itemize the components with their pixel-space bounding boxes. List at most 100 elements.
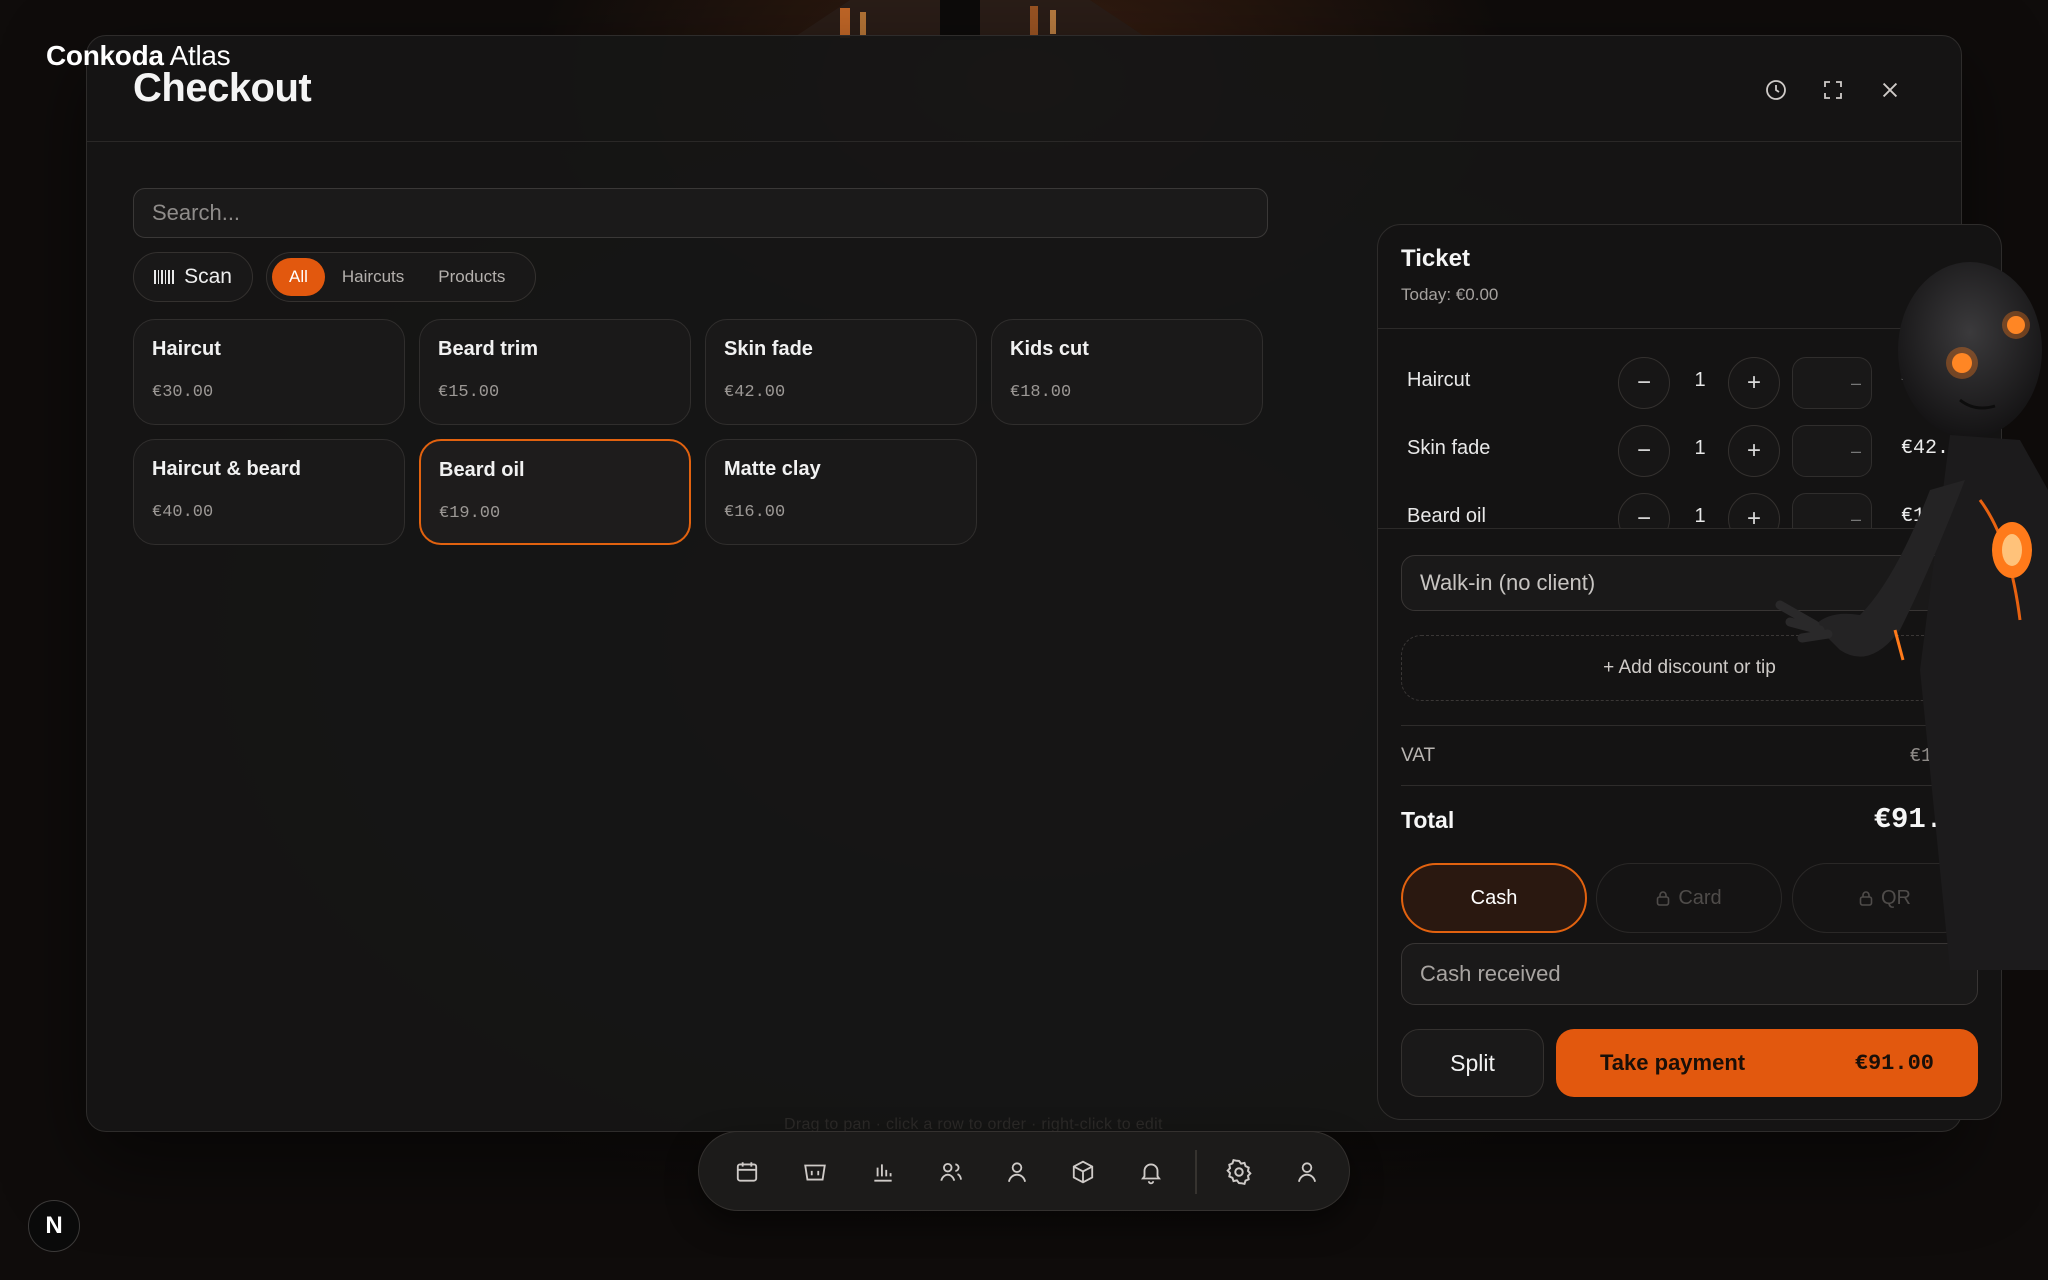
- line-qty: 1: [1694, 505, 1706, 527]
- reports-icon[interactable]: [865, 1154, 901, 1190]
- lock-icon: [1859, 891, 1873, 906]
- dock-divider: [1195, 1150, 1197, 1194]
- settings-icon[interactable]: [1221, 1154, 1257, 1190]
- product-name: Beard oil: [439, 459, 525, 481]
- decrease-qty-button[interactable]: −: [1618, 425, 1670, 477]
- pay-method-label: Card: [1678, 886, 1722, 909]
- product-price: €40.00: [152, 503, 214, 522]
- clients-icon[interactable]: [933, 1154, 969, 1190]
- product-price: €30.00: [152, 383, 214, 402]
- scan-label: Scan: [184, 265, 232, 288]
- product-price: €42.00: [724, 383, 786, 402]
- line-price: €19.00: [1900, 505, 1973, 528]
- pay-method-cash[interactable]: Cash: [1401, 863, 1587, 933]
- calendar-icon[interactable]: [729, 1154, 765, 1190]
- product-name: Kids cut: [1010, 338, 1089, 360]
- line-qty: 1: [1694, 369, 1706, 391]
- product-price: €19.00: [439, 504, 501, 523]
- chevron-down-icon: ▾: [1952, 576, 1959, 590]
- lock-icon: [1657, 891, 1670, 906]
- ticket-lines: Haircut − 1 + – €30.00 Skin fade − 1 + –…: [1378, 329, 2001, 529]
- product-name: Haircut: [152, 338, 221, 360]
- product-name: Skin fade: [724, 338, 813, 360]
- bottom-dock: [698, 1131, 1350, 1211]
- decrease-qty-button[interactable]: −: [1618, 357, 1670, 409]
- ticket-line: Skin fade − 1 + – €42.00: [1378, 417, 2001, 485]
- decrease-qty-button[interactable]: −: [1618, 493, 1670, 528]
- history-icon[interactable]: [1760, 74, 1792, 106]
- ticket-header: Ticket Today: €0.00: [1378, 225, 2001, 329]
- product-name: Haircut & beard: [152, 458, 301, 480]
- ticket-today-total: Today: €0.00: [1401, 285, 1499, 304]
- line-price: €30.00: [1900, 369, 1973, 392]
- product-card[interactable]: Beard trim €15.00: [419, 319, 691, 425]
- product-name: Beard trim: [438, 338, 539, 360]
- pay-method-label: QR: [1881, 886, 1911, 909]
- increase-qty-button[interactable]: +: [1728, 357, 1780, 409]
- take-payment-button[interactable]: Take payment €91.00: [1556, 1029, 1978, 1097]
- barcode-icon: [154, 270, 175, 284]
- product-card[interactable]: Haircut & beard €40.00: [133, 439, 405, 545]
- line-name: Beard oil: [1407, 505, 1486, 527]
- line-qty: 1: [1694, 437, 1706, 459]
- increase-qty-button[interactable]: +: [1728, 425, 1780, 477]
- divider: [1401, 785, 1978, 786]
- filter-products[interactable]: Products: [421, 258, 522, 296]
- cash-received-input[interactable]: [1401, 943, 1978, 1005]
- split-button[interactable]: Split: [1401, 1029, 1544, 1097]
- brand-name-bold: Conkoda: [46, 40, 164, 71]
- product-card[interactable]: Haircut €30.00: [133, 319, 405, 425]
- increase-qty-button[interactable]: +: [1728, 493, 1780, 528]
- take-payment-label: Take payment: [1600, 1050, 1746, 1075]
- pay-method-card[interactable]: Card: [1596, 863, 1782, 933]
- brand-logo: Conkoda Atlas: [46, 40, 231, 72]
- checkout-modal: Checkout Scan All Haircuts Products Hair…: [86, 35, 2002, 1132]
- line-name: Skin fade: [1407, 437, 1491, 459]
- filter-all[interactable]: All: [272, 258, 325, 296]
- line-name: Haircut: [1407, 369, 1471, 391]
- notifications-icon[interactable]: [1133, 1154, 1169, 1190]
- divider: [1401, 725, 1978, 726]
- product-card[interactable]: Skin fade €42.00: [705, 319, 977, 425]
- line-discount-field[interactable]: –: [1792, 357, 1872, 409]
- product-price: €15.00: [438, 383, 500, 402]
- n-badge-button[interactable]: N: [28, 1200, 80, 1252]
- page-title: Checkout: [133, 66, 312, 110]
- add-discount-button[interactable]: + Add discount or tip: [1401, 635, 1978, 701]
- category-filter: All Haircuts Products: [266, 252, 536, 302]
- product-card[interactable]: Matte clay €16.00: [705, 439, 977, 545]
- client-select-value: Walk-in (no client): [1420, 570, 1596, 595]
- modal-header: Checkout: [87, 36, 1961, 142]
- vat-label: VAT: [1401, 745, 1436, 766]
- filter-haircuts[interactable]: Haircuts: [325, 258, 421, 296]
- take-payment-amount: €91.00: [1854, 1050, 1934, 1076]
- pay-method-qr[interactable]: QR: [1792, 863, 1978, 933]
- vat-value: €15.80: [1909, 745, 1978, 767]
- register-icon[interactable]: [797, 1154, 833, 1190]
- product-price: €18.00: [1010, 383, 1072, 402]
- product-name: Matte clay: [724, 458, 821, 480]
- product-price: €16.00: [724, 503, 786, 522]
- background-building: [790, 0, 1150, 40]
- line-discount-field[interactable]: –: [1792, 493, 1872, 528]
- ticket-title: Ticket: [1401, 245, 1470, 272]
- ticket-line: Haircut − 1 + – €30.00: [1378, 349, 2001, 417]
- inventory-icon[interactable]: [1065, 1154, 1101, 1190]
- product-card-selected[interactable]: Beard oil €19.00: [419, 439, 691, 545]
- total-label: Total: [1401, 807, 1455, 833]
- line-price: €42.00: [1900, 437, 1973, 460]
- client-select[interactable]: Walk-in (no client) ▾: [1401, 555, 1978, 611]
- product-card[interactable]: Kids cut €18.00: [991, 319, 1263, 425]
- brand-name-light: Atlas: [169, 40, 231, 71]
- account-icon[interactable]: [1289, 1154, 1325, 1190]
- pay-method-label: Cash: [1470, 886, 1518, 909]
- staff-icon[interactable]: [999, 1154, 1035, 1190]
- scan-button[interactable]: Scan: [133, 252, 253, 302]
- ticket-line: Beard oil − 1 + – €19.00: [1378, 485, 2001, 528]
- ticket-panel: Ticket Today: €0.00 Haircut − 1 + – €30.…: [1377, 224, 2002, 1120]
- total-value: €91.00: [1873, 803, 1978, 836]
- close-icon[interactable]: [1874, 74, 1906, 106]
- fullscreen-icon[interactable]: [1817, 74, 1849, 106]
- search-input[interactable]: [133, 188, 1268, 238]
- line-discount-field[interactable]: –: [1792, 425, 1872, 477]
